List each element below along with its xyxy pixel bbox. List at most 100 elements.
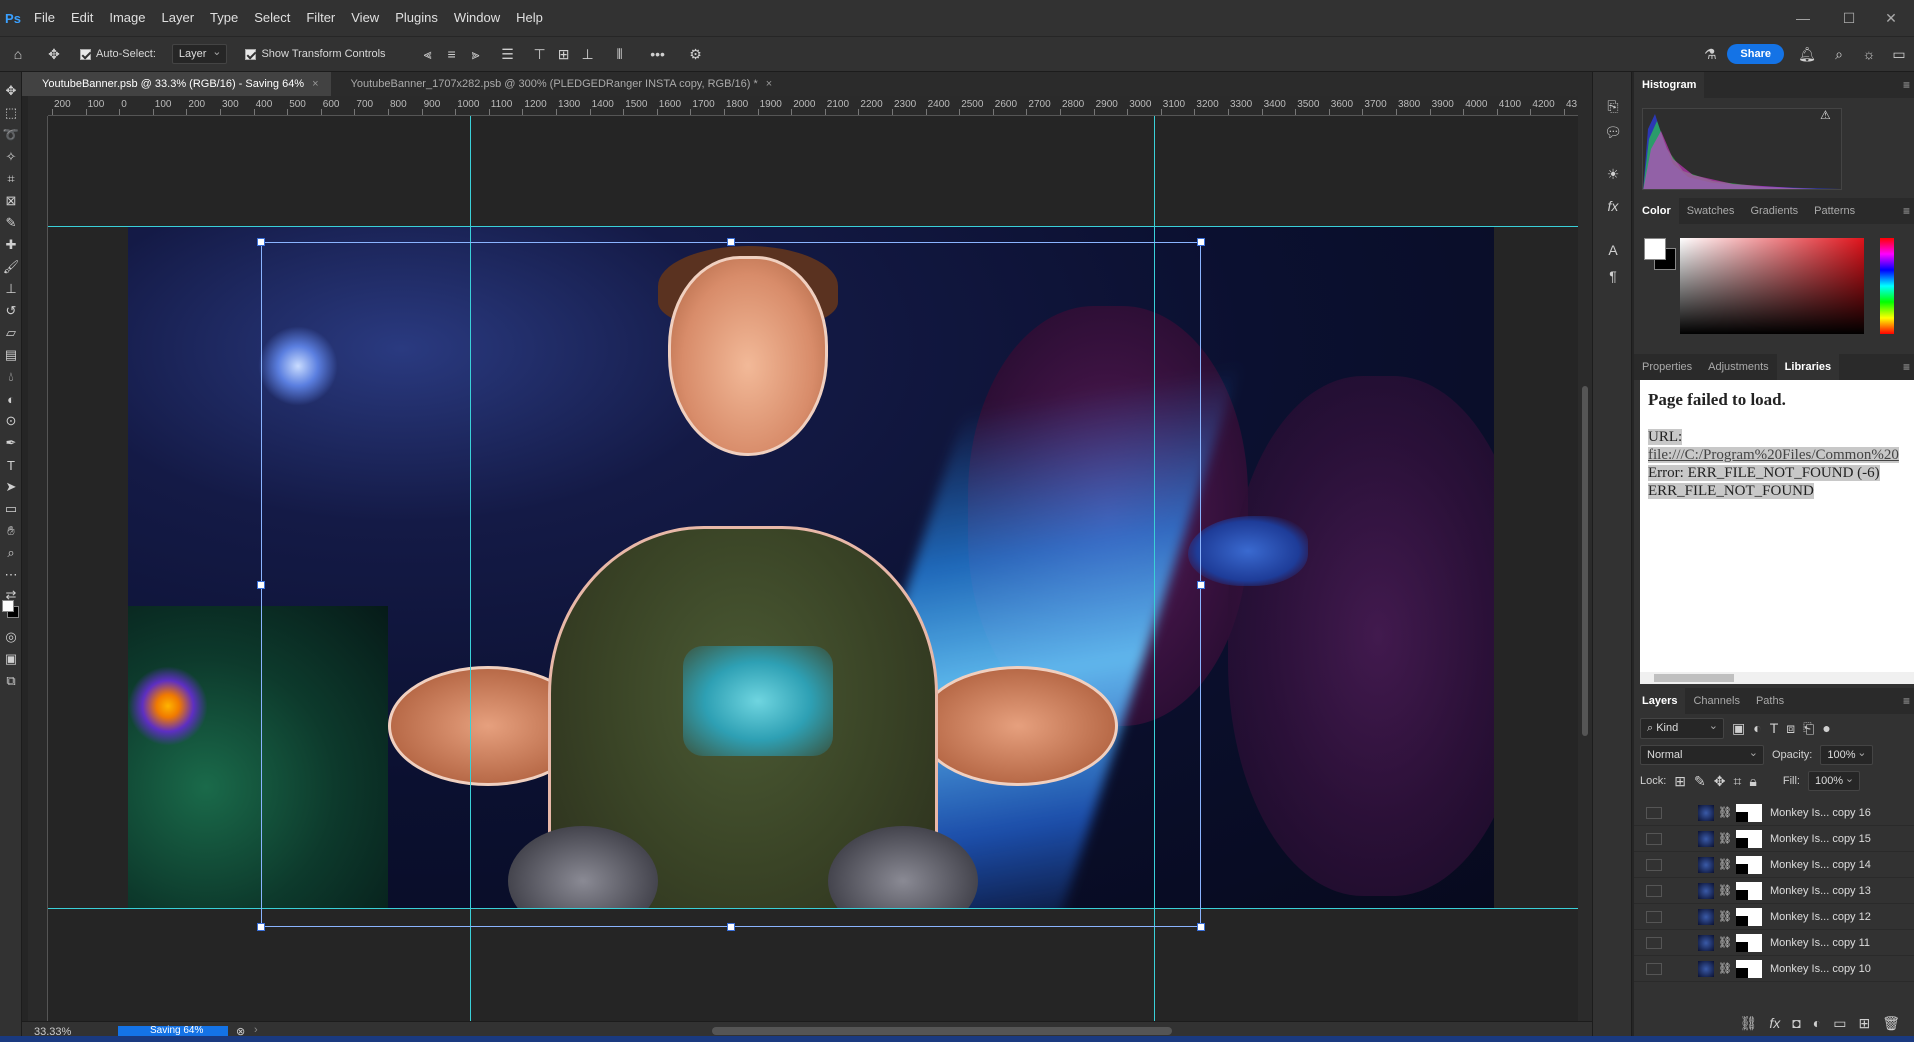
hand-tool-icon[interactable]: ✋︎ — [0, 520, 22, 542]
lock-all-icon[interactable]: 🔒︎ — [1749, 773, 1756, 790]
more-options-icon[interactable]: ••• — [646, 46, 670, 62]
tab-paths[interactable]: Paths — [1748, 688, 1792, 714]
move-tool-preset-icon[interactable]: ✥ — [36, 46, 72, 63]
visibility-toggle[interactable] — [1646, 884, 1662, 897]
link-icon[interactable]: ⛓ — [1718, 806, 1732, 819]
magic-wand-icon[interactable]: ✧ — [0, 146, 22, 168]
align-left-icon[interactable]: ⫷ — [416, 46, 440, 63]
tab-channels[interactable]: Channels — [1685, 688, 1747, 714]
bulb-icon[interactable]: ☼ — [1854, 46, 1884, 62]
fx-icon[interactable]: fx — [1603, 196, 1623, 216]
tab-color[interactable]: Color — [1634, 198, 1679, 224]
tab-swatches[interactable]: Swatches — [1679, 198, 1743, 224]
tab-properties[interactable]: Properties — [1634, 354, 1700, 380]
comments-icon[interactable]: 💬︎ — [1603, 122, 1623, 142]
canvas-vertical-scrollbar[interactable] — [1578, 96, 1592, 1021]
share-button[interactable]: Share — [1727, 44, 1784, 64]
layer-row[interactable]: ⛓ Monkey Is... copy 14 — [1634, 852, 1914, 878]
marquee-tool-icon[interactable]: ⬚ — [0, 102, 22, 124]
gear-icon[interactable]: ⚙ — [684, 46, 708, 63]
align-middle-icon[interactable]: ⊞ — [552, 46, 576, 63]
transform-handle-bottom-right[interactable] — [1197, 923, 1205, 931]
quick-mask-icon[interactable]: ◎ — [0, 626, 22, 648]
tab-youtube-banner-1707[interactable]: YoutubeBanner_1707x282.psb @ 300% (PLEDG… — [331, 72, 785, 96]
tab-histogram[interactable]: Histogram — [1634, 72, 1705, 98]
delete-layer-icon[interactable]: 🗑︎ — [1882, 1015, 1900, 1032]
minimize-button[interactable]: — — [1780, 0, 1826, 36]
link-layers-icon[interactable]: ⛓ — [1740, 1015, 1758, 1032]
character-icon[interactable]: A — [1603, 240, 1623, 260]
layer-row[interactable]: ⛓ Monkey Is... copy 11 — [1634, 930, 1914, 956]
screen-mode-icon[interactable]: ▣ — [0, 648, 22, 670]
link-icon[interactable]: ⛓ — [1718, 962, 1732, 975]
adjustment-layer-icon[interactable]: ◐ — [1813, 1015, 1821, 1031]
zoom-tool-icon[interactable]: ⌕ — [0, 542, 22, 564]
layer-mask[interactable] — [1735, 933, 1762, 952]
flask-icon[interactable]: ⚗ — [1693, 46, 1727, 63]
scroll-thumb[interactable] — [1582, 386, 1588, 736]
fill-field[interactable]: 100% — [1807, 771, 1861, 791]
rectangle-tool-icon[interactable]: ▭ — [0, 498, 22, 520]
layer-mask[interactable] — [1735, 855, 1762, 874]
home-icon[interactable]: ⌂ — [0, 46, 36, 62]
layer-mask[interactable] — [1735, 881, 1762, 900]
visibility-toggle[interactable] — [1646, 858, 1662, 871]
guide-horizontal-top[interactable] — [48, 226, 1578, 227]
scroll-thumb[interactable] — [1654, 674, 1734, 682]
bell-icon[interactable]: 🔔︎ — [1790, 46, 1824, 63]
panel-menu-icon[interactable]: ≡ — [1903, 694, 1910, 708]
horizontal-scroll-thumb[interactable] — [712, 1027, 1172, 1035]
shape-filter-icon[interactable]: ⧈ — [1786, 720, 1795, 737]
align-center-icon[interactable]: ≡ — [440, 46, 464, 62]
visibility-toggle[interactable] — [1646, 910, 1662, 923]
filter-toggle-icon[interactable]: ● — [1822, 720, 1830, 736]
workspace-icon[interactable]: ▭ — [1884, 46, 1914, 63]
layer-row[interactable]: ⛓ Monkey Is... copy 15 — [1634, 826, 1914, 852]
tab-gradients[interactable]: Gradients — [1742, 198, 1806, 224]
menu-type[interactable]: Type — [202, 0, 246, 36]
close-tab-icon[interactable]: × — [312, 72, 318, 96]
visibility-toggle[interactable] — [1646, 936, 1662, 949]
tab-patterns[interactable]: Patterns — [1806, 198, 1863, 224]
tab-adjustments[interactable]: Adjustments — [1700, 354, 1777, 380]
library-hscrollbar[interactable] — [1640, 672, 1914, 684]
type-filter-icon[interactable]: T — [1770, 720, 1779, 736]
error-url[interactable]: file:///C:/Program%20Files/Common%20 — [1648, 447, 1899, 463]
link-icon[interactable]: ⛓ — [1718, 832, 1732, 845]
tab-youtube-banner[interactable]: YoutubeBanner.psb @ 33.3% (RGB/16) - Sav… — [22, 72, 331, 96]
tab-layers[interactable]: Layers — [1634, 688, 1686, 714]
close-tab-icon[interactable]: × — [766, 72, 772, 96]
menu-view[interactable]: View — [343, 0, 387, 36]
transform-handle-top[interactable] — [727, 238, 735, 246]
transform-handle-top-left[interactable] — [257, 238, 265, 246]
hue-slider[interactable] — [1880, 238, 1894, 334]
vertical-ruler[interactable] — [28, 116, 48, 1021]
panel-menu-icon[interactable]: ≡ — [1903, 204, 1910, 218]
auto-select-target-dropdown[interactable]: Layer — [171, 44, 228, 64]
brush-tool-icon[interactable]: 🖌︎ — [0, 256, 22, 278]
transform-handle-left[interactable] — [257, 581, 265, 589]
layer-row[interactable]: ⛓ Monkey Is... copy 12 — [1634, 904, 1914, 930]
link-icon[interactable]: ⛓ — [1718, 910, 1732, 923]
blur-tool-icon[interactable]: 💧︎ — [0, 366, 22, 388]
show-transform-option[interactable]: Show Transform Controls — [245, 48, 386, 60]
align-right-icon[interactable]: ⫸ — [464, 46, 488, 63]
menu-select[interactable]: Select — [246, 0, 298, 36]
visibility-toggle[interactable] — [1646, 962, 1662, 975]
align-top-icon[interactable]: ⊤ — [528, 46, 552, 63]
stamp-tool-icon[interactable]: ⊥ — [0, 278, 22, 300]
tab-libraries[interactable]: Libraries — [1776, 354, 1840, 380]
layer-row[interactable]: ⛓ Monkey Is... copy 10 — [1634, 956, 1914, 982]
search-icon[interactable]: ⌕ — [1824, 46, 1854, 63]
panel-menu-icon[interactable]: ≡ — [1903, 78, 1910, 92]
smart-object-filter-icon[interactable]: ⎗ — [1803, 720, 1814, 737]
menu-window[interactable]: Window — [446, 0, 508, 36]
foreground-color-swatch[interactable] — [2, 600, 14, 612]
lasso-tool-icon[interactable]: ➰ — [0, 124, 22, 146]
layer-row[interactable]: ⛓ Monkey Is... copy 13 — [1634, 878, 1914, 904]
transform-handle-bottom[interactable] — [727, 923, 735, 931]
visibility-toggle[interactable] — [1646, 806, 1662, 819]
more-tools-icon[interactable]: ⋯ — [0, 564, 22, 586]
adjustment-filter-icon[interactable]: ◐ — [1753, 720, 1761, 736]
add-mask-icon[interactable]: ◘ — [1792, 1015, 1800, 1031]
